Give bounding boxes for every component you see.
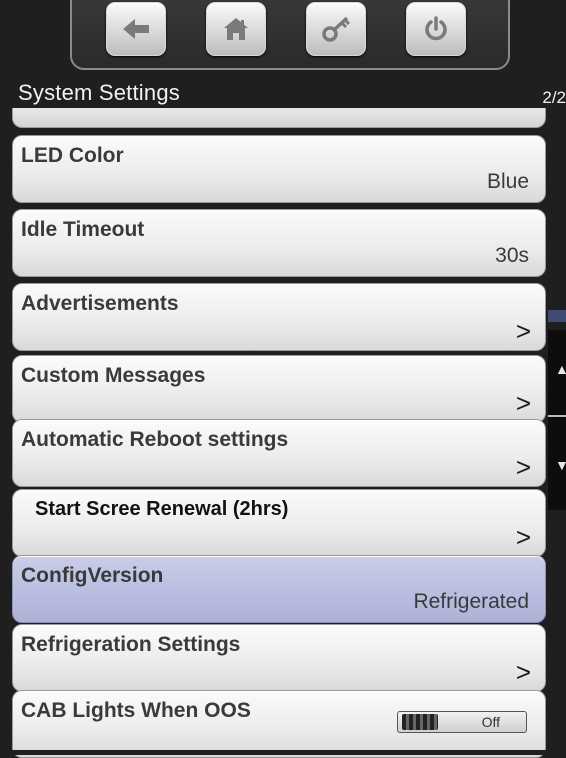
toggle-state: Off	[481, 714, 500, 730]
power-button[interactable]	[406, 2, 466, 56]
setting-value: Refrigerated	[413, 590, 529, 613]
home-button[interactable]	[206, 2, 266, 56]
bottom-edge	[0, 750, 566, 755]
setting-label: Automatic Reboot settings	[21, 428, 289, 451]
scrollbar[interactable]	[548, 330, 566, 510]
list-item-partial	[12, 108, 546, 128]
setting-config-version[interactable]: ConfigVersion Refrigerated	[12, 555, 546, 623]
chevron-right-icon: >	[515, 316, 531, 346]
setting-refrigeration[interactable]: Refrigeration Settings >	[12, 624, 546, 692]
setting-cab-lights: CAB Lights When OOS Off	[12, 690, 546, 758]
home-icon	[224, 18, 248, 40]
chevron-right-icon: >	[515, 657, 531, 687]
setting-automatic-reboot[interactable]: Automatic Reboot settings >	[12, 419, 546, 487]
setting-idle-timeout[interactable]: Idle Timeout 30s	[12, 209, 546, 277]
setting-value: 30s	[495, 244, 529, 267]
setting-label: CAB Lights When OOS	[21, 699, 251, 722]
key-icon	[322, 16, 351, 42]
setting-custom-messages[interactable]: Custom Messages >	[12, 355, 546, 423]
key-button[interactable]	[306, 2, 366, 56]
setting-screen-renewal[interactable]: Start Scree Renewal (2hrs) >	[12, 489, 546, 557]
setting-label: ConfigVersion	[21, 564, 164, 587]
chevron-right-icon: >	[515, 522, 531, 552]
page-indicator: 2/2	[542, 88, 566, 107]
scroll-down-icon[interactable]: ▼	[555, 458, 566, 472]
setting-label: Idle Timeout	[21, 218, 145, 241]
setting-led-color[interactable]: LED Color Blue	[12, 135, 546, 203]
top-nav-bar	[70, 0, 510, 70]
toggle-knob	[402, 714, 438, 730]
scroll-thumb[interactable]	[548, 310, 566, 322]
setting-value: Blue	[486, 170, 529, 193]
scrollbar-divider	[548, 415, 566, 417]
setting-label: Refrigeration Settings	[21, 633, 241, 656]
back-button[interactable]	[106, 2, 166, 56]
chevron-right-icon: >	[515, 452, 531, 482]
setting-label: Start Scree Renewal (2hrs)	[35, 498, 289, 520]
setting-advertisements[interactable]: Advertisements >	[12, 283, 546, 351]
chevron-right-icon: >	[515, 388, 531, 418]
cab-lights-toggle[interactable]: Off	[397, 711, 527, 733]
scroll-up-icon[interactable]: ▲	[555, 362, 566, 376]
back-arrow-icon	[123, 19, 149, 39]
setting-label: Custom Messages	[21, 364, 206, 387]
setting-label: LED Color	[21, 144, 124, 167]
page-title: System Settings	[18, 80, 180, 105]
power-icon	[425, 16, 447, 41]
setting-label: Advertisements	[21, 292, 179, 315]
